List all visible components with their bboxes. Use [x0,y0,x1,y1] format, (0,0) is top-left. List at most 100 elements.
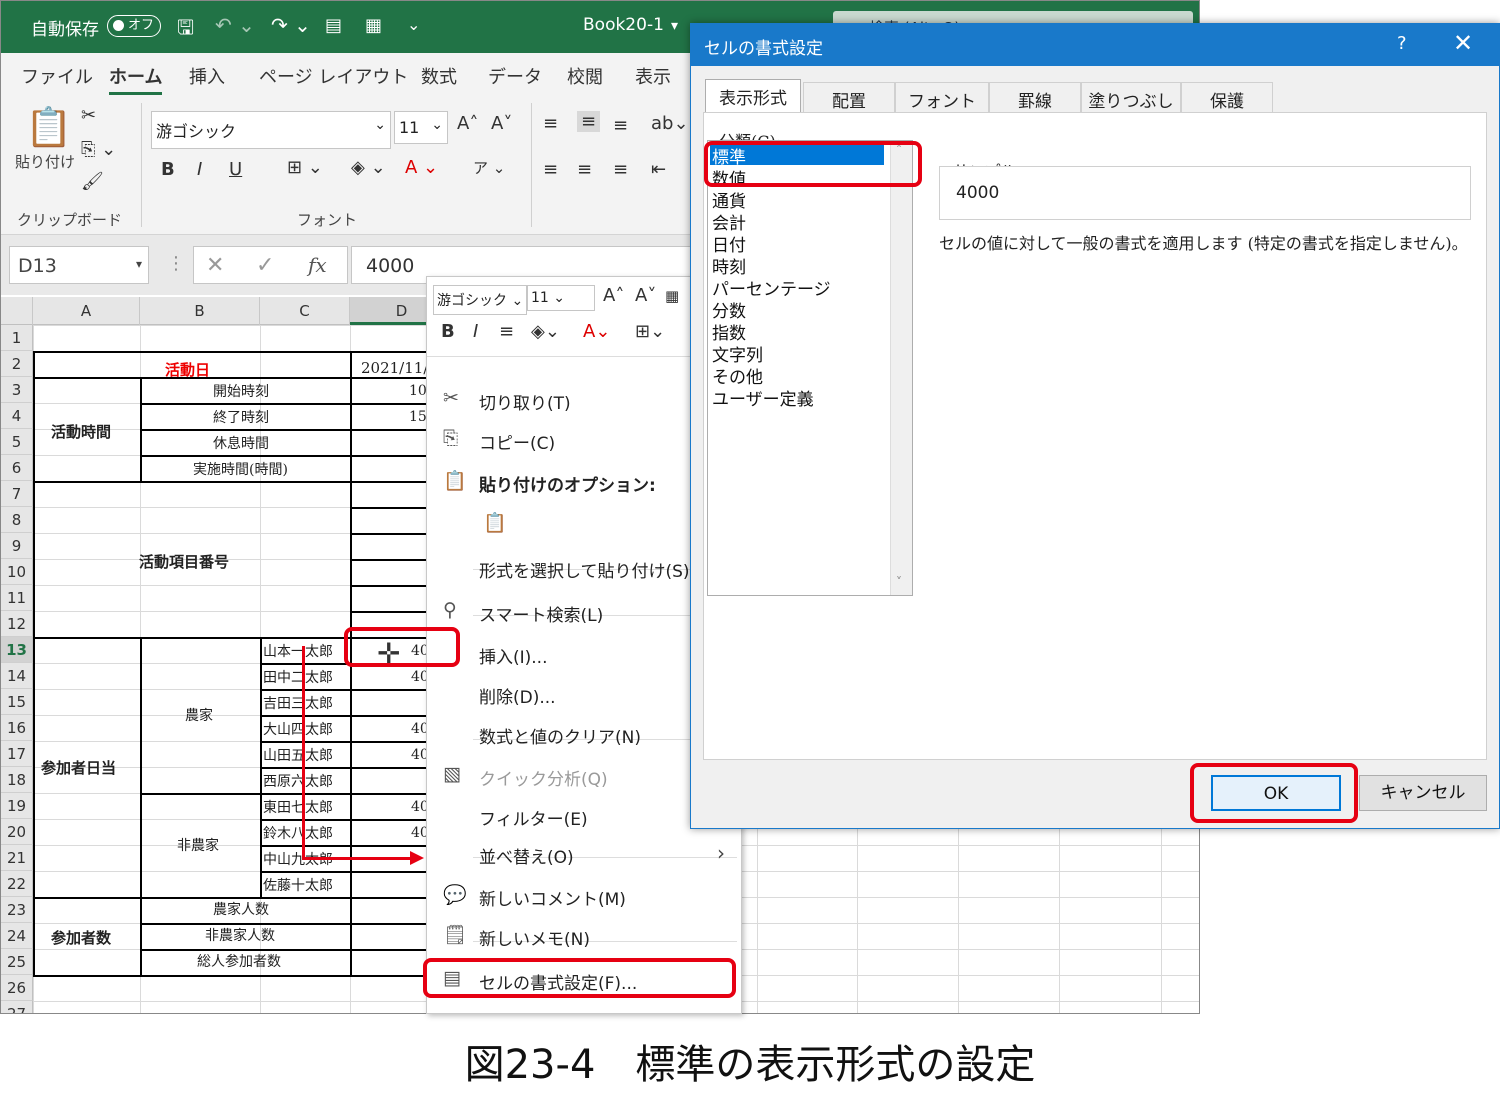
row-header[interactable]: 21 [1,845,33,871]
mini-font-color-icon[interactable]: A⌄ [583,321,610,342]
cancel-button[interactable]: キャンセル [1359,775,1487,811]
cell-actual-hours[interactable]: 実施時間(時間) [193,459,288,479]
row-header[interactable]: 26 [1,975,33,1001]
mini-size-select[interactable]: 11 ⌄ [527,285,595,311]
scroll-down-icon[interactable]: ˅ [896,575,902,589]
autosave-toggle[interactable]: オフ [107,15,161,37]
fill-color-icon[interactable]: ◈ ⌄ [351,157,386,178]
cell-participant-name[interactable]: 吉田三太郎 [263,693,333,713]
mini-fill-icon[interactable]: ◈⌄ [531,321,560,342]
cell-participant-name[interactable]: 山田五太郎 [263,745,333,765]
borders-icon[interactable]: ⊞ ⌄ [287,157,323,178]
table-icon[interactable]: ▦ [365,15,382,36]
cell-participant-name[interactable]: 山本一太郎 [263,641,333,661]
row-header[interactable]: 4 [1,403,33,429]
align-left-icon[interactable]: ≡ [543,159,558,180]
tab-home[interactable]: ホーム [109,63,163,95]
paste-icon[interactable]: 📋 [25,105,72,150]
cell-start-time[interactable]: 開始時刻 [213,381,269,401]
italic-button[interactable]: I [197,159,202,180]
orientation-icon[interactable]: ab⌄ [651,113,689,134]
undo-icon[interactable]: ↶ ⌄ [215,13,255,37]
indent-icon[interactable]: ⇤ [651,159,666,180]
save-icon[interactable]: 🖫 [177,13,194,47]
chevron-down-icon[interactable]: ▾ [671,18,678,34]
font-size-select[interactable]: 11 ⌄ [394,111,448,144]
cell-non-farmer-count[interactable]: 非農家人数 [205,925,275,945]
cancel-icon[interactable]: ✕ [206,253,224,278]
mini-font-select[interactable]: 游ゴシック ⌄ [433,285,527,315]
shrink-font-icon[interactable]: A˅ [491,113,512,134]
align-bottom-icon[interactable]: ≡ [613,115,628,136]
row-header[interactable]: 12 [1,611,33,637]
customize-qat-icon[interactable]: ⌄ [407,15,420,34]
cell-farmer-count[interactable]: 農家人数 [213,899,269,919]
cell-activity-date-label[interactable]: 活動日 [165,359,210,380]
dialog-tab-4[interactable]: 罫線 [989,82,1081,112]
cell-end-time[interactable]: 終了時刻 [213,407,269,427]
underline-button[interactable]: U [229,159,242,180]
insert-function-icon[interactable]: fx [308,253,327,277]
column-header-c[interactable]: C [260,297,350,325]
cell-total-count[interactable]: 総人参加者数 [197,951,281,971]
cell-participant-name[interactable]: 佐藤十太郎 [263,875,333,895]
dialog-tab-3[interactable]: フォント [895,82,989,112]
tab-insert[interactable]: 挿入 [189,63,225,89]
font-name-select[interactable]: 游ゴシック ⌄ [151,111,391,149]
row-header[interactable]: 15 [1,689,33,715]
cell-participant-name[interactable]: 西原六太郎 [263,771,333,791]
row-header[interactable]: 25 [1,949,33,975]
row-header[interactable]: 8 [1,507,33,533]
row-header[interactable]: 2 [1,351,33,377]
cell-d4[interactable]: 15 [409,409,427,425]
category-item[interactable]: ユーザー定義 [712,385,814,410]
select-all-corner[interactable] [1,297,33,325]
font-color-icon[interactable]: A ⌄ [405,157,438,178]
help-button[interactable]: ? [1397,33,1407,54]
dialog-tab-5[interactable]: 塗りつぶし [1081,82,1181,112]
row-header[interactable]: 18 [1,767,33,793]
phonetic-icon[interactable]: ア ⌄ [473,157,505,178]
number-format-icon[interactable]: ▦ [665,287,679,305]
align-top-icon[interactable]: ≡ [543,113,558,134]
row-header[interactable]: 1 [1,325,33,351]
align-center-icon[interactable]: ≡ [577,159,592,180]
mini-borders-icon[interactable]: ⊞⌄ [635,321,665,342]
copy-icon[interactable]: ⎘ ⌄ [81,139,116,160]
cell-participant-daily[interactable]: 参加者日当 [41,757,116,778]
tab-page-layout[interactable]: ページ レイアウト [259,63,408,89]
cell-participant-name[interactable]: 鈴木八太郎 [263,823,333,843]
row-header[interactable]: 7 [1,481,33,507]
tab-file[interactable]: ファイル [21,63,93,89]
tab-formulas[interactable]: 数式 [421,63,457,89]
row-header[interactable]: 9 [1,533,33,559]
menu-item-14[interactable]: 🗒 新しいメモ(N) [427,917,743,953]
row-header[interactable]: 19 [1,793,33,819]
grow-font-icon[interactable]: A˄ [457,113,478,134]
cell-participant-name[interactable]: 東田七太郎 [263,797,333,817]
row-header[interactable]: 23 [1,897,33,923]
cell-activity-time-label[interactable]: 活動時間 [51,421,111,442]
mini-bold-button[interactable]: B [441,321,455,342]
shrink-font-icon[interactable]: A˅ [635,285,656,306]
category-scrollbar[interactable]: ˄ ˅ [890,141,912,595]
cell-participant-name[interactable]: 田中二太郎 [263,667,333,687]
cell-break-time[interactable]: 休息時間 [213,433,269,453]
align-right-icon[interactable]: ≡ [613,159,628,180]
row-header[interactable]: 13 [1,637,33,663]
bold-button[interactable]: B [161,159,175,180]
redo-icon[interactable]: ↷ ⌄ [271,13,311,37]
row-header[interactable]: 14 [1,663,33,689]
name-box[interactable]: D13 ▾ [9,246,149,284]
row-header[interactable]: 3 [1,377,33,403]
format-painter-icon[interactable]: 🖌 [81,171,104,192]
column-header-b[interactable]: B [140,297,260,325]
tab-view[interactable]: 表示 [635,63,671,89]
column-header-a[interactable]: A [33,297,140,325]
category-list[interactable]: 標準 数値 通貨 会計 日付 時刻 パーセンテージ 分数 指数 文字列 その他 ユーザー定義 ˄ ˅ [707,140,913,596]
enter-icon[interactable]: ✓ [256,253,274,278]
menu-item-12[interactable]: 並べ替え(O) [427,835,743,871]
cell-non-farmer[interactable]: 非農家 [177,835,219,855]
dialog-tab-1[interactable]: 表示形式 [705,79,801,114]
menu-item-13[interactable]: 💬 新しいコメント(M) [427,877,743,913]
